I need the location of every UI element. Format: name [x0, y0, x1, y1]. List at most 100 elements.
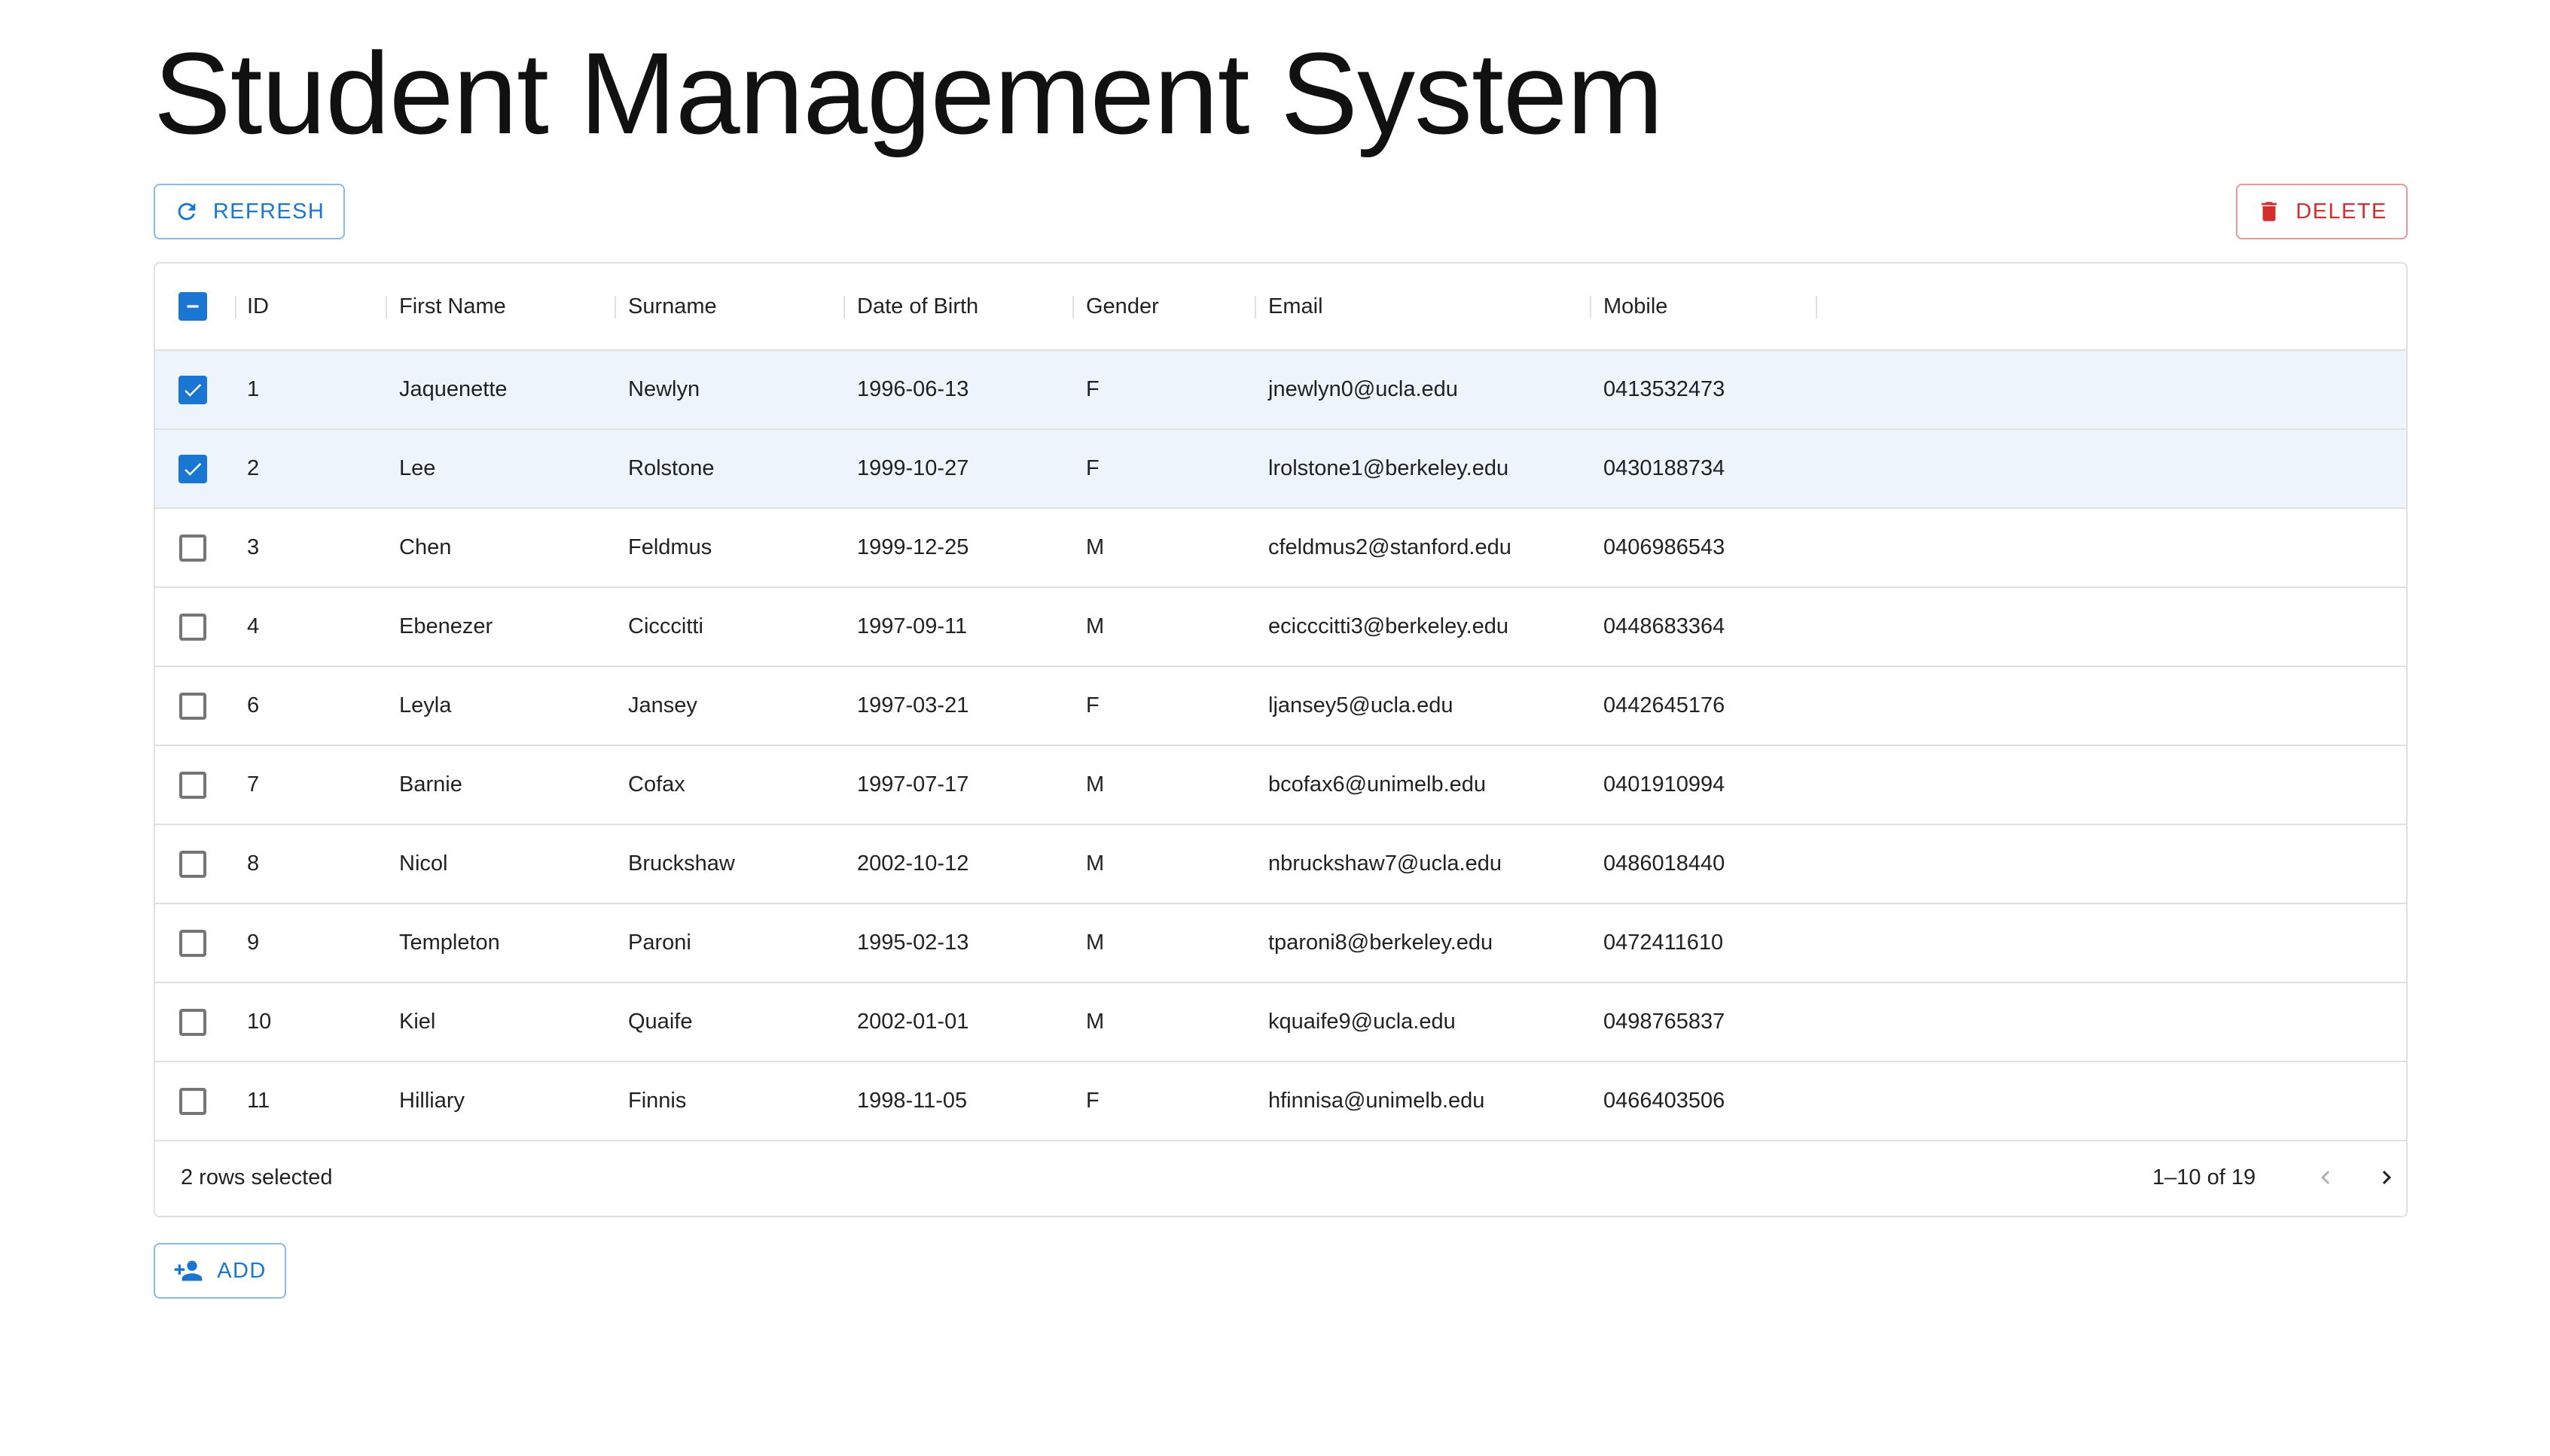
cell-gender: M — [1086, 535, 1105, 559]
row-checkbox[interactable] — [179, 850, 206, 878]
table-row[interactable]: 6 Leyla Jansey 1997-03-21 Fljansey5@ucla.edu… — [155, 667, 2406, 746]
cell-date-of-birth: 1996-06-13 — [857, 377, 969, 401]
cell-gender: M — [1086, 614, 1105, 638]
column-header-surname[interactable]: Surname — [628, 263, 717, 349]
cell-surname: Bruckshaw — [628, 851, 735, 876]
column-header-first-name[interactable]: First Name — [399, 263, 506, 349]
cell-gender: M — [1086, 1010, 1105, 1034]
cell-mobile: 0466403506 — [1603, 1089, 1725, 1113]
cell-email: nbruckshaw7@ucla.edu — [1268, 851, 1502, 876]
row-checkbox[interactable] — [178, 454, 207, 483]
cell-gender: M — [1086, 931, 1105, 955]
cell-id: 10 — [247, 1010, 272, 1034]
cell-surname: Rolstone — [628, 456, 715, 480]
cell-id: 11 — [247, 1089, 270, 1113]
students-data-grid: ID First Name Surname Date of Birth Gender Em… — [154, 262, 2408, 1217]
previous-page-button[interactable] — [2308, 1160, 2343, 1195]
row-checkbox[interactable] — [179, 771, 206, 799]
row-checkbox[interactable] — [179, 613, 206, 641]
row-checkbox[interactable] — [179, 1008, 206, 1036]
table-row[interactable]: 9 Templeton Paroni 1995-02-13 Mtparoni8@berk… — [155, 904, 2406, 983]
cell-first-name: Kiel — [399, 1010, 436, 1034]
column-header-date-of-birth[interactable]: Date of Birth — [857, 263, 978, 349]
cell-first-name: Leyla — [399, 693, 452, 717]
cell-first-name: Templeton — [399, 931, 500, 955]
page-title: Student Management System — [154, 29, 1664, 158]
row-checkbox[interactable] — [179, 1087, 206, 1115]
cell-id: 6 — [247, 693, 260, 717]
table-row[interactable]: 7 Barnie Cofax 1997-07-17 Mbcofax6@unimelb.e… — [155, 746, 2406, 825]
cell-email: ljansey5@ucla.edu — [1268, 693, 1453, 717]
cell-gender: F — [1086, 377, 1100, 401]
cell-mobile: 0448683364 — [1603, 614, 1725, 638]
row-checkbox[interactable] — [178, 375, 207, 404]
column-separator[interactable] — [1816, 296, 1817, 318]
cell-email: lrolstone1@berkeley.edu — [1268, 456, 1509, 480]
column-header-id[interactable]: ID — [247, 263, 269, 349]
column-separator[interactable] — [235, 296, 236, 318]
delete-button[interactable]: DELETE — [2236, 184, 2408, 239]
cell-gender: F — [1086, 693, 1100, 717]
cell-date-of-birth: 1997-09-11 — [857, 614, 968, 638]
cell-date-of-birth: 1997-07-17 — [857, 772, 969, 797]
column-separator[interactable] — [1072, 296, 1074, 318]
column-header-mobile[interactable]: Mobile — [1603, 263, 1667, 349]
cell-date-of-birth: 1999-12-25 — [857, 535, 969, 559]
cell-mobile: 0498765837 — [1603, 1010, 1725, 1034]
column-separator[interactable] — [843, 296, 845, 318]
column-separator[interactable] — [1590, 296, 1591, 318]
next-page-button[interactable] — [2369, 1160, 2404, 1195]
cell-id: 9 — [247, 931, 260, 955]
cell-first-name: Ebenezer — [399, 614, 493, 638]
chevron-right-icon — [2382, 1171, 2391, 1184]
table-row[interactable]: 8 Nicol Bruckshaw 2002-10-12 Mnbruckshaw7@uc… — [155, 825, 2406, 904]
cell-date-of-birth: 1998-11-05 — [857, 1089, 968, 1113]
cell-id: 8 — [247, 851, 260, 876]
cell-surname: Quaife — [628, 1010, 693, 1034]
cell-surname: Finnis — [628, 1089, 687, 1113]
cell-surname: Cofax — [628, 772, 685, 797]
row-checkbox[interactable] — [179, 692, 206, 720]
add-label: ADD — [217, 1258, 267, 1283]
cell-gender: F — [1086, 1089, 1100, 1113]
cell-id: 1 — [247, 377, 260, 401]
cell-email: ecicccitti3@berkeley.edu — [1268, 614, 1509, 638]
grid-footer: 2 rows selected 1–10 of 19 — [155, 1138, 2406, 1216]
row-checkbox[interactable] — [179, 534, 206, 562]
cell-mobile: 0430188734 — [1603, 456, 1725, 480]
refresh-label: REFRESH — [212, 199, 325, 224]
cell-email: hfinnisa@unimelb.edu — [1268, 1089, 1485, 1113]
column-separator[interactable] — [386, 296, 387, 318]
table-row[interactable]: 1 Jaquenette Newlyn 1996-06-13 Fjnewlyn0@ucl… — [155, 351, 2406, 430]
add-student-button[interactable]: ADD — [154, 1243, 286, 1299]
table-row[interactable]: 11 Hilliary Finnis 1998-11-05 Fhfinnisa@unim… — [155, 1062, 2406, 1141]
pagination-range: 1–10 of 19 — [2152, 1165, 2256, 1189]
delete-label: DELETE — [2295, 199, 2387, 224]
row-checkbox[interactable] — [179, 929, 206, 957]
cell-mobile: 0401910994 — [1603, 772, 1725, 797]
cell-email: kquaife9@ucla.edu — [1268, 1010, 1456, 1034]
cell-id: 3 — [247, 535, 260, 559]
column-separator[interactable] — [1255, 296, 1256, 318]
table-row[interactable]: 4 Ebenezer Cicccitti 1997-09-11 Mecicccitti3… — [155, 588, 2406, 667]
column-header-gender[interactable]: Gender — [1086, 263, 1159, 349]
cell-mobile: 0413532473 — [1603, 377, 1725, 401]
cell-mobile: 0472411610 — [1603, 931, 1724, 955]
cell-id: 2 — [247, 456, 260, 480]
table-row[interactable]: 3 Chen Feldmus 1999-12-25 Mcfeldmus2@stanfor… — [155, 509, 2406, 588]
cell-date-of-birth: 1997-03-21 — [857, 693, 969, 717]
cell-date-of-birth: 1999-10-27 — [857, 456, 969, 480]
cell-surname: Cicccitti — [628, 614, 703, 638]
cell-first-name: Hilliary — [399, 1089, 465, 1113]
cell-mobile: 0406986543 — [1603, 535, 1725, 559]
column-header-email[interactable]: Email — [1268, 263, 1323, 349]
column-separator[interactable] — [615, 296, 616, 318]
select-all-checkbox[interactable] — [178, 292, 207, 321]
checkmark-icon — [185, 462, 202, 476]
refresh-button[interactable]: REFRESH — [154, 184, 345, 239]
cell-mobile: 0442645176 — [1603, 693, 1725, 717]
table-row[interactable]: 2 Lee Rolstone 1999-10-27 Flrolstone1@berkel… — [155, 430, 2406, 509]
table-row[interactable]: 10 Kiel Quaife 2002-01-01 Mkquaife9@ucla.edu… — [155, 983, 2406, 1062]
person-add-icon — [173, 1256, 203, 1286]
selected-rows-count: 2 rows selected — [181, 1165, 333, 1189]
